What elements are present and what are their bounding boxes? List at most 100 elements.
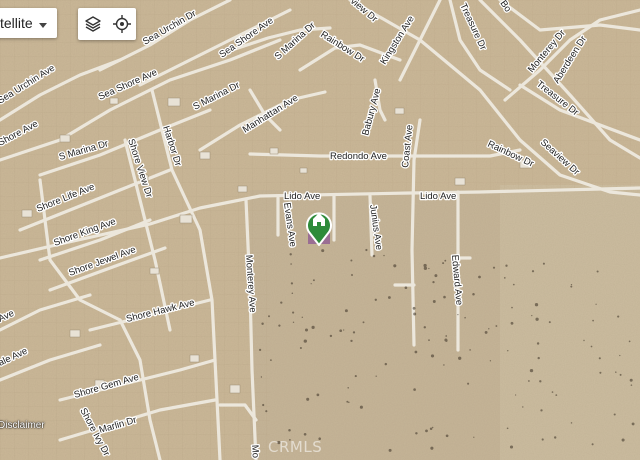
shrub-dot <box>613 413 616 416</box>
shrub-dot <box>510 321 514 325</box>
shrub-dot <box>537 356 540 360</box>
shrub-dot <box>590 345 593 348</box>
shrub-dot <box>540 409 543 412</box>
shrub-dot <box>316 393 320 397</box>
caret-down-icon <box>38 15 47 31</box>
shrub-dot <box>352 331 356 334</box>
shrub-dot <box>506 427 509 430</box>
shrub-dot <box>423 326 426 329</box>
shrub-dot <box>350 259 353 262</box>
shrub-dot <box>428 267 430 270</box>
shrub-dot <box>484 330 488 334</box>
shrub-dot <box>350 339 353 343</box>
shrub-dot <box>512 283 515 286</box>
shrub-dot <box>509 445 514 449</box>
shrub-dot <box>343 329 345 331</box>
crosshair-icon <box>112 15 131 33</box>
shrub-dot <box>551 391 554 393</box>
shrub-dot <box>430 446 434 450</box>
shrub-dot <box>617 315 620 318</box>
shrub-dot <box>311 325 315 330</box>
shrub-dot <box>598 357 601 360</box>
shrub-dot <box>431 426 434 429</box>
shrub-dot <box>299 346 302 350</box>
shrub-dot <box>445 434 449 438</box>
shrub-dot <box>599 371 602 374</box>
shrub-dot <box>291 292 294 294</box>
shrub-dot <box>522 406 524 408</box>
shrub-dot <box>511 306 513 309</box>
shrub-dot <box>374 298 377 301</box>
shrub-dot <box>535 317 539 321</box>
shrub-dot <box>457 313 459 316</box>
shrub-dot <box>384 362 388 366</box>
shrub-dot <box>570 285 573 288</box>
shrub-dot <box>372 254 376 258</box>
shrub-dot <box>304 328 309 332</box>
shrub-dot <box>443 295 446 299</box>
shrub-dot <box>529 368 534 373</box>
shrub-dot <box>301 316 304 319</box>
shrub-dot <box>280 301 283 304</box>
shrub-dot <box>348 401 350 404</box>
shrub-dot <box>514 394 517 396</box>
shrub-dot <box>262 403 265 407</box>
map-type-selector[interactable]: tellite <box>0 8 57 38</box>
shrub-dot <box>444 259 447 262</box>
shrub-dot <box>290 282 294 285</box>
shrub-dot <box>507 350 509 352</box>
shrub-dot <box>393 264 397 268</box>
shrub-dot <box>478 275 481 279</box>
shrub-dot <box>359 405 363 409</box>
shrub-dot <box>541 438 544 441</box>
shrub-dot <box>621 438 625 442</box>
shrub-dot <box>430 354 435 358</box>
shrub-dot <box>321 249 325 253</box>
shrub-dot <box>458 356 462 360</box>
shrub-dot <box>432 300 436 303</box>
shrub-dot <box>596 270 599 273</box>
shrub-dot <box>554 436 557 439</box>
map-type-label: tellite <box>0 15 33 31</box>
shrub-dot <box>260 376 263 378</box>
disclaimer-link[interactable]: Disclaimer <box>0 420 45 431</box>
shrub-dot <box>445 335 448 337</box>
shrub-dot <box>383 254 385 257</box>
shrub-dot <box>268 315 270 318</box>
shrub-dot <box>472 292 475 296</box>
shrub-dot <box>259 348 262 351</box>
layers-button[interactable] <box>81 12 105 36</box>
shrub-dot <box>404 286 408 290</box>
shrub-dot <box>387 296 391 299</box>
label-lido-ave-right: Lido Ave <box>420 191 456 202</box>
shrub-dot <box>464 316 466 319</box>
shrub-dot <box>528 380 530 382</box>
shrub-dot <box>536 342 540 345</box>
shrub-dot <box>592 319 594 322</box>
shrub-dot <box>261 322 264 326</box>
shrub-dot <box>347 387 349 389</box>
shrub-dot <box>531 270 535 273</box>
crmls-watermark: CRMLS <box>268 438 323 456</box>
shrub-dot <box>329 334 333 338</box>
shrub-dot <box>570 283 573 286</box>
shrub-dot <box>591 443 594 446</box>
listing-pin-marker[interactable] <box>305 208 333 246</box>
shrub-dot <box>539 380 542 383</box>
shrub-dot <box>443 364 445 366</box>
shrub-dot <box>312 279 315 282</box>
shrub-dot <box>288 428 291 432</box>
shrub-dot <box>415 432 418 435</box>
shrub-dot <box>534 303 539 307</box>
shrub-dot <box>631 422 635 426</box>
shrub-dot <box>469 349 471 351</box>
shrub-dot <box>344 309 348 313</box>
label-redondo-ave: Redondo Ave <box>330 151 387 162</box>
shrub-dot <box>289 253 292 256</box>
shrub-dot <box>467 382 470 385</box>
shrub-dot <box>413 388 416 391</box>
shrub-dot <box>619 373 622 376</box>
shrub-dot <box>548 321 551 324</box>
locate-button[interactable] <box>110 12 134 36</box>
shrub-dot <box>339 329 343 333</box>
